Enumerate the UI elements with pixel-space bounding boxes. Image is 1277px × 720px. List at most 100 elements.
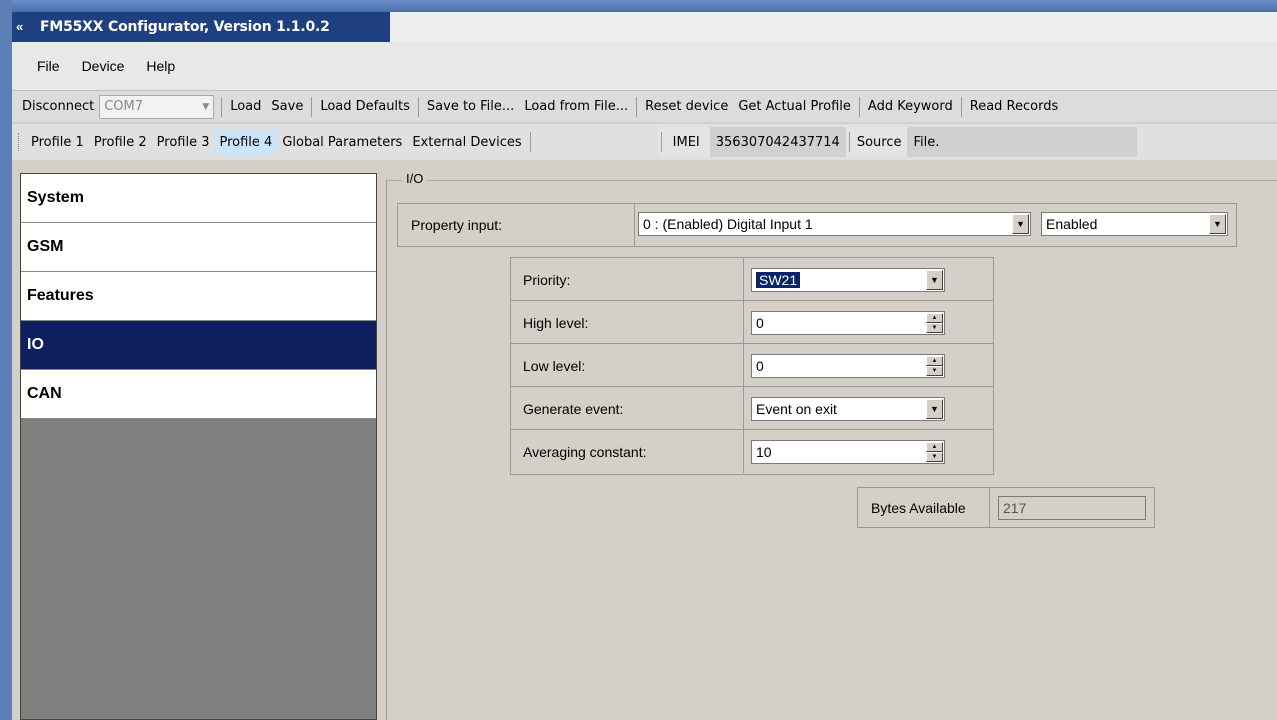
disconnect-button[interactable]: Disconnect [12, 99, 99, 114]
imei-value: 356307042437714 [709, 127, 846, 157]
enabled-select[interactable]: Enabled ▼ [1041, 212, 1228, 236]
title-bar-rest [390, 12, 1277, 42]
row-divider [989, 488, 990, 527]
menu-file[interactable]: File [26, 42, 71, 90]
window-frame-left [0, 0, 12, 720]
com-port-select[interactable]: COM7 ▼ [99, 94, 215, 119]
add-keyword-button[interactable]: Add Keyword [863, 99, 958, 114]
bytes-available-box: Bytes Available 217 [857, 487, 1155, 528]
read-records-button[interactable]: Read Records [965, 99, 1064, 114]
nav-item-gsm[interactable]: GSM [21, 223, 376, 272]
property-input-label: Property input: [411, 217, 503, 233]
low-level-value: 0 [756, 358, 764, 374]
get-actual-profile-button[interactable]: Get Actual Profile [733, 99, 856, 114]
averaging-constant-label: Averaging constant: [523, 444, 647, 460]
row-divider [634, 204, 635, 246]
chevron-down-icon[interactable]: ▼ [926, 270, 943, 290]
tab-profile-4[interactable]: Profile 4 [214, 129, 278, 155]
toolbar-separator [848, 132, 850, 152]
reset-device-button[interactable]: Reset device [640, 99, 733, 114]
low-level-input[interactable]: 0 ▲ ▼ [751, 354, 945, 378]
priority-select[interactable]: SW21 ▼ [751, 268, 945, 292]
row-divider [743, 301, 744, 344]
generate-event-row: Generate event: Event on exit ▼ [511, 387, 993, 430]
source-value: File. [907, 127, 1138, 157]
toolbar-separator [221, 96, 223, 117]
menu-bar: File Device Help [12, 42, 1277, 90]
io-parameters-table: Priority: SW21 ▼ High level: 0 ▲ ▼ Low le… [510, 257, 994, 475]
group-border [386, 180, 1277, 181]
spin-down-icon[interactable]: ▼ [926, 452, 943, 462]
app-window: « FM55XX Configurator, Version 1.1.0.2 F… [0, 0, 1277, 720]
row-divider [743, 430, 744, 473]
spin-up-icon[interactable]: ▲ [926, 442, 943, 452]
toolbar-separator [417, 96, 419, 117]
toolbar-grip-icon[interactable] [18, 133, 22, 151]
chevron-down-icon[interactable]: ▼ [926, 399, 943, 419]
toolbar-separator [311, 96, 313, 117]
spin-up-icon[interactable]: ▲ [926, 356, 943, 366]
group-border-left [386, 180, 387, 720]
tab-global-parameters[interactable]: Global Parameters [277, 130, 407, 155]
title-bar[interactable]: « FM55XX Configurator, Version 1.1.0.2 [12, 12, 1277, 42]
bytes-available-label: Bytes Available [871, 500, 966, 516]
save-button[interactable]: Save [266, 99, 308, 114]
property-input-row: Property input: 0 : (Enabled) Digital In… [397, 203, 1237, 247]
load-button[interactable]: Load [225, 99, 266, 114]
load-defaults-button[interactable]: Load Defaults [315, 99, 415, 114]
averaging-constant-value: 10 [756, 444, 772, 460]
nav-item-can[interactable]: CAN [21, 370, 376, 419]
toolbar-separator [858, 96, 860, 117]
spin-down-icon[interactable]: ▼ [926, 323, 943, 333]
window-title: FM55XX Configurator, Version 1.1.0.2 [40, 19, 330, 35]
property-input-value: 0 : (Enabled) Digital Input 1 [643, 216, 813, 232]
io-group-title: I/O [402, 171, 428, 186]
chevron-down-icon[interactable]: ▼ [1012, 214, 1029, 234]
toolbar-separator [960, 96, 962, 117]
row-divider [743, 258, 744, 301]
toolbar: Disconnect COM7 ▼ Load Save Load Default… [12, 90, 1277, 122]
low-level-row: Low level: 0 ▲ ▼ [511, 344, 993, 387]
tab-external-devices[interactable]: External Devices [407, 130, 526, 155]
settings-nav: System GSM Features IO CAN [20, 173, 377, 720]
menu-device[interactable]: Device [71, 42, 136, 90]
window-frame-top [0, 0, 1277, 12]
high-level-row: High level: 0 ▲ ▼ [511, 301, 993, 344]
tab-profile-1[interactable]: Profile 1 [26, 130, 89, 155]
row-divider [743, 387, 744, 430]
menu-help[interactable]: Help [135, 42, 186, 90]
toolbar-separator [660, 132, 662, 152]
title-bar-active: « FM55XX Configurator, Version 1.1.0.2 [12, 12, 390, 42]
source-label: Source [856, 134, 902, 150]
chevron-down-icon: ▼ [202, 101, 210, 112]
priority-label: Priority: [523, 272, 571, 288]
load-from-file-button[interactable]: Load from File... [519, 99, 633, 114]
save-to-file-button[interactable]: Save to File... [422, 99, 519, 114]
generate-event-select[interactable]: Event on exit ▼ [751, 397, 945, 421]
spin-up-icon[interactable]: ▲ [926, 313, 943, 323]
enabled-value: Enabled [1046, 216, 1098, 232]
averaging-constant-input[interactable]: 10 ▲ ▼ [751, 440, 945, 464]
nav-item-features[interactable]: Features [21, 272, 376, 321]
tab-profile-2[interactable]: Profile 2 [89, 130, 152, 155]
high-level-input[interactable]: 0 ▲ ▼ [751, 311, 945, 335]
profile-bar: Profile 1 Profile 2 Profile 3 Profile 4 … [12, 124, 1277, 160]
spin-down-icon[interactable]: ▼ [926, 366, 943, 376]
generate-event-value: Event on exit [756, 401, 837, 417]
low-level-label: Low level: [523, 358, 586, 374]
priority-row: Priority: SW21 ▼ [511, 258, 993, 301]
device-info: IMEI 356307042437714 Source File. [657, 127, 1138, 157]
generate-event-label: Generate event: [523, 401, 624, 417]
imei-label: IMEI [672, 134, 700, 150]
nav-item-system[interactable]: System [21, 174, 376, 223]
property-input-select[interactable]: 0 : (Enabled) Digital Input 1 ▼ [638, 212, 1031, 236]
com-port-value: COM7 [104, 99, 144, 114]
chevron-down-icon[interactable]: ▼ [1209, 214, 1226, 234]
row-divider [743, 344, 744, 387]
nav-item-io[interactable]: IO [21, 321, 376, 370]
averaging-constant-row: Averaging constant: 10 ▲ ▼ [511, 430, 993, 473]
bytes-available-value: 217 [998, 496, 1146, 520]
high-level-label: High level: [523, 315, 589, 331]
high-level-value: 0 [756, 315, 764, 331]
tab-profile-3[interactable]: Profile 3 [152, 130, 215, 155]
